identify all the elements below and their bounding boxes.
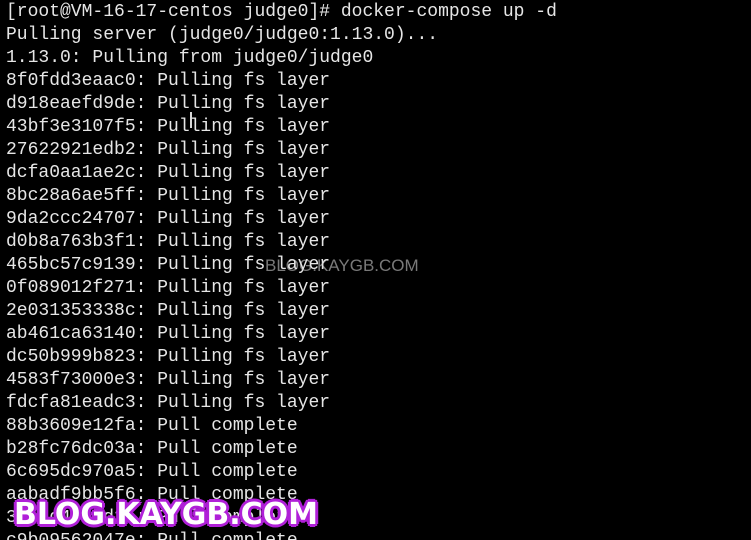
terminal-line: 27622921edb2: Pulling fs layer bbox=[6, 140, 331, 160]
terminal-line: 9da2ccc24707: Pulling fs layer bbox=[6, 209, 331, 229]
terminal-line: d918eaefd9de: Pulling fs layer bbox=[6, 94, 331, 114]
terminal-line-prompt: [root@VM-16-17-centos judge0]# docker-co… bbox=[6, 2, 557, 22]
watermark-bottom: BLOG.KAYGB.COM bbox=[14, 497, 319, 532]
terminal-line: 8f0fdd3eaac0: Pulling fs layer bbox=[6, 71, 331, 91]
text-cursor-icon bbox=[190, 112, 192, 128]
terminal-line: 4583f73000e3: Pulling fs layer bbox=[6, 370, 331, 390]
terminal-line: b28fc76dc03a: Pull complete bbox=[6, 439, 298, 459]
terminal-line: fdcfa81eadc3: Pulling fs layer bbox=[6, 393, 331, 413]
terminal-line: 2e031353338c: Pulling fs layer bbox=[6, 301, 331, 321]
terminal-line: d0b8a763b3f1: Pulling fs layer bbox=[6, 232, 331, 252]
terminal-line: 0f089012f271: Pulling fs layer bbox=[6, 278, 331, 298]
terminal-line: 88b3609e12fa: Pull complete bbox=[6, 416, 298, 436]
terminal-window[interactable]: [root@VM-16-17-centos judge0]# docker-co… bbox=[0, 0, 751, 540]
terminal-line: dc50b999b823: Pulling fs layer bbox=[6, 347, 331, 367]
watermark-middle: BLOG.KAYGB.COM bbox=[265, 256, 419, 275]
terminal-line: 1.13.0: Pulling from judge0/judge0 bbox=[6, 48, 374, 68]
terminal-line: Pulling server (judge0/judge0:1.13.0)... bbox=[6, 25, 439, 45]
terminal-line: 43bf3e3107f5: Pulling fs layer bbox=[6, 117, 331, 137]
terminal-line: 8bc28a6ae5ff: Pulling fs layer bbox=[6, 186, 331, 206]
terminal-line: 6c695dc970a5: Pull complete bbox=[6, 462, 298, 482]
terminal-line: ab461ca63140: Pulling fs layer bbox=[6, 324, 331, 344]
terminal-line: dcfa0aa1ae2c: Pulling fs layer bbox=[6, 163, 331, 183]
